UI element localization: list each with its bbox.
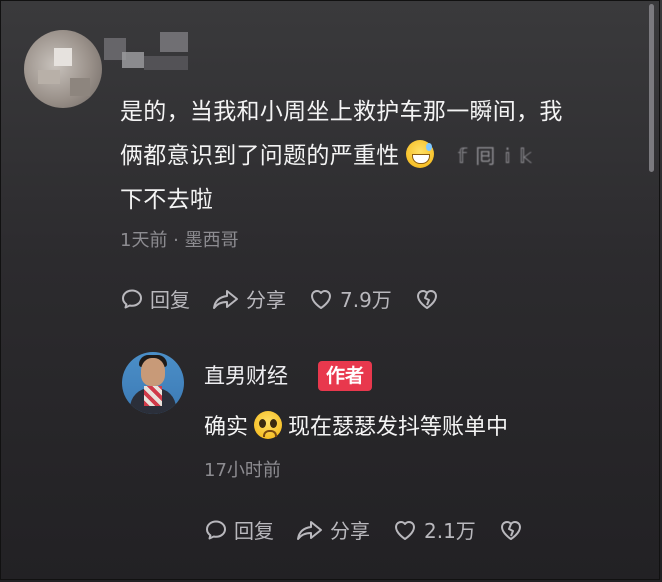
broken-heart-icon bbox=[500, 520, 521, 540]
grinning-sweat-emoji-icon bbox=[405, 140, 434, 168]
share-label: 分享 bbox=[246, 288, 286, 312]
like-count: 2.1万 bbox=[424, 519, 476, 543]
reply-button[interactable]: 回复 bbox=[120, 284, 190, 313]
comment-text-line-3: 下不去啦 bbox=[120, 187, 214, 213]
heart-icon bbox=[395, 520, 415, 540]
like-count: 7.9万 bbox=[340, 288, 392, 312]
dislike-button[interactable] bbox=[498, 518, 530, 542]
pleading-face-emoji-icon bbox=[254, 411, 283, 439]
reply-text-after: 现在瑟瑟发抖等账单中 bbox=[288, 415, 509, 440]
faded-text: 𝕗 囘 𝕚 𝕜 bbox=[457, 144, 534, 168]
comment-text-line-2: 俩都意识到了问题的严重性 𝕗 囘 𝕚 𝕜 bbox=[120, 134, 620, 178]
reply-label: 回复 bbox=[150, 288, 190, 312]
reply-button[interactable]: 回复 bbox=[204, 515, 274, 544]
reply-text: 确实 现在瑟瑟发抖等账单中 bbox=[204, 408, 508, 448]
comment-text: 是的，当我和小周坐上救护车那一瞬间，我 俩都意识到了问题的严重性 𝕗 囘 𝕚 𝕜 … bbox=[120, 90, 620, 222]
dislike-button[interactable] bbox=[414, 287, 446, 311]
commenter-name-blurred[interactable] bbox=[104, 30, 194, 74]
author-badge: 作者 bbox=[318, 361, 373, 391]
share-label: 分享 bbox=[330, 519, 370, 543]
comment-text-line-1: 是的，当我和小周坐上救护车那一瞬间，我 bbox=[120, 99, 563, 125]
reply-actions: 回复 分享 2.1万 bbox=[204, 515, 552, 544]
commenter-avatar-blurred[interactable] bbox=[24, 30, 102, 108]
share-button[interactable]: 分享 bbox=[212, 284, 286, 313]
like-button[interactable]: 2.1万 bbox=[392, 515, 476, 544]
reply-label: 回复 bbox=[234, 519, 274, 543]
share-button[interactable]: 分享 bbox=[296, 515, 370, 544]
heart-icon bbox=[311, 289, 331, 309]
author-avatar[interactable] bbox=[122, 352, 184, 414]
share-arrow-icon bbox=[213, 289, 238, 309]
comment-meta: 1天前 · 墨西哥 bbox=[120, 230, 239, 251]
share-arrow-icon bbox=[297, 520, 322, 540]
reply-text-before: 确实 bbox=[204, 415, 249, 440]
author-name[interactable]: 直男财经 bbox=[204, 360, 288, 390]
broken-heart-icon bbox=[416, 289, 437, 309]
reply-bubble-icon bbox=[122, 289, 142, 308]
scrollbar[interactable] bbox=[649, 4, 654, 172]
like-button[interactable]: 7.9万 bbox=[308, 284, 392, 313]
comment-actions: 回复 分享 7.9万 bbox=[120, 284, 468, 313]
reply-meta: 17小时前 bbox=[204, 460, 281, 481]
reply-bubble-icon bbox=[206, 520, 226, 539]
